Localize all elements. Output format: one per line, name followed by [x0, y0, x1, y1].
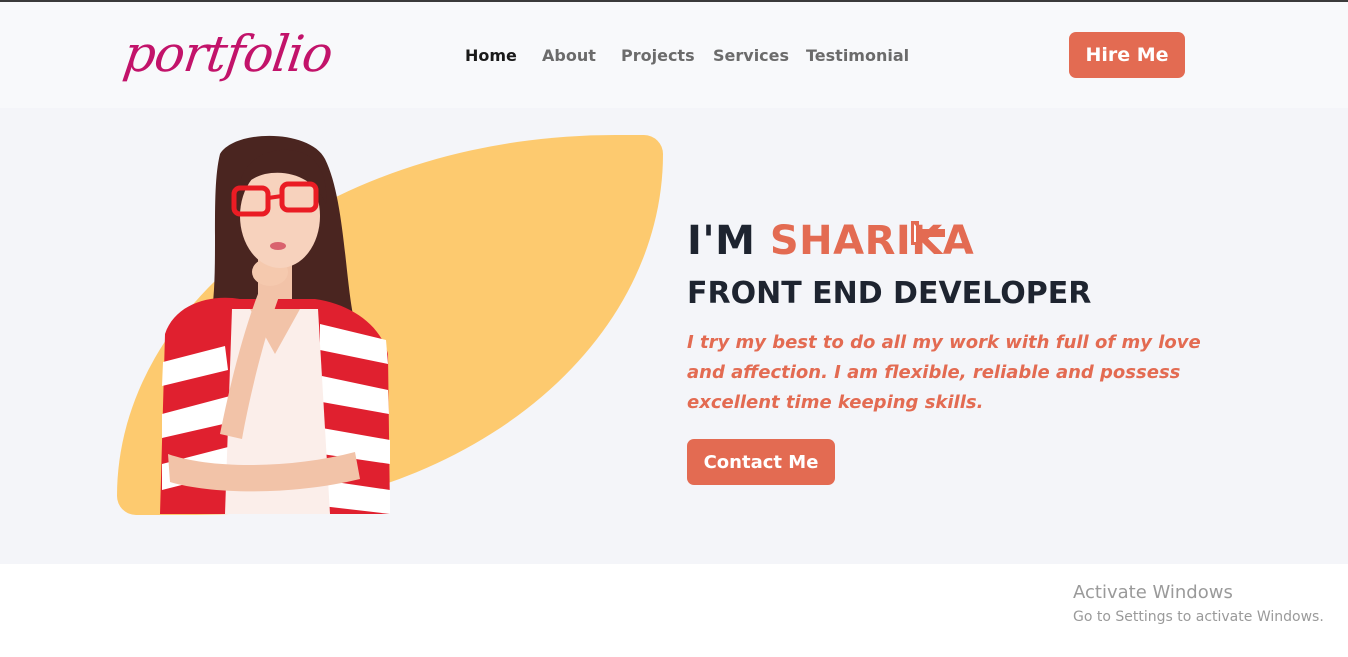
hero-greeting: I'M — [687, 218, 770, 264]
nav-item-about[interactable]: About — [542, 46, 596, 65]
watermark-title: Activate Windows — [1073, 582, 1233, 603]
nav-item-home[interactable]: Home — [465, 46, 517, 65]
activate-windows-watermark: Activate Windows Go to Settings to activ… — [1073, 582, 1324, 628]
woman-portrait-image — [150, 134, 410, 514]
hero-description: I try my best to do all my work with ful… — [687, 332, 1201, 413]
hero-subtitle: FRONT END DEVELOPER — [687, 276, 1092, 311]
nav-item-projects[interactable]: Projects — [621, 46, 695, 65]
nav-item-testimonial[interactable]: Testimonial — [806, 46, 909, 65]
navbar: portfolio Home About Projects Services T… — [0, 2, 1348, 108]
hire-me-button[interactable]: Hire Me — [1069, 32, 1185, 78]
hand-pointer-icon — [905, 215, 949, 253]
contact-me-button[interactable]: Contact Me — [687, 439, 835, 485]
nav-item-services[interactable]: Services — [713, 46, 789, 65]
hero-section: I'M SHARIKA FRONT END DEVELOPER I try my… — [0, 108, 1348, 564]
watermark-subtitle: Go to Settings to activate Windows. — [1073, 609, 1324, 625]
